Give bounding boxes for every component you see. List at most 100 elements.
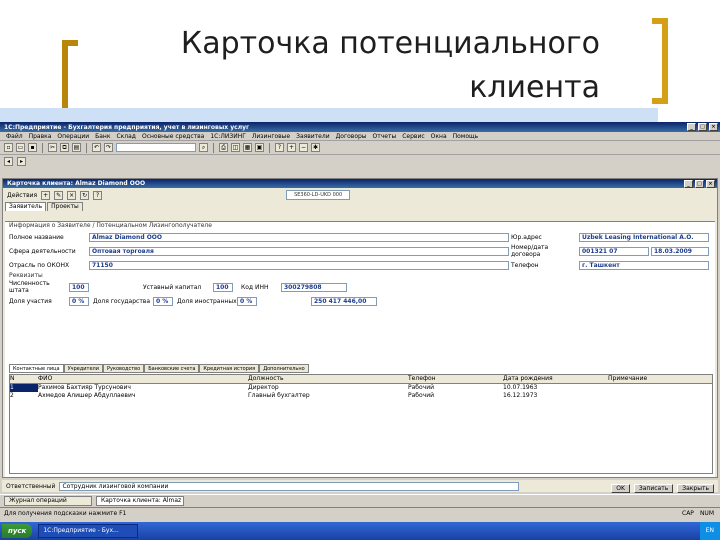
close-dialog-button[interactable]: Закрыть xyxy=(677,484,714,493)
actions-menu[interactable]: Действия xyxy=(7,192,37,199)
undo-icon[interactable]: ↶ xyxy=(92,143,101,152)
window-tab[interactable]: Журнал операций xyxy=(4,495,92,506)
tools-icon[interactable]: ✱ xyxy=(311,143,320,152)
open-icon[interactable]: ▭ xyxy=(16,143,25,152)
menu-item[interactable]: Лизинговые xyxy=(252,133,290,140)
minimize-button[interactable]: _ xyxy=(687,123,696,131)
new-doc-icon[interactable]: ▫ xyxy=(4,143,13,152)
tab-applicant[interactable]: Заявитель xyxy=(5,202,47,211)
prev-icon[interactable]: ◂ xyxy=(4,156,13,166)
edit-icon[interactable]: ✎ xyxy=(54,190,64,200)
subtab-founders[interactable]: Учредители xyxy=(63,364,103,373)
full-name-label: Полное название xyxy=(9,233,64,241)
window-tab[interactable]: Карточка клиента: Almaz Diamond OOO xyxy=(96,495,184,506)
redo-icon[interactable]: ↷ xyxy=(104,143,113,152)
menu-item[interactable]: Банк xyxy=(95,133,110,140)
subtab-contacts[interactable]: Контактные лица xyxy=(9,364,64,373)
doc-maximize-button[interactable]: □ xyxy=(695,179,704,188)
calc-icon[interactable]: ▦ xyxy=(243,143,252,152)
amount-field[interactable]: 250 417 446,00 xyxy=(311,296,377,306)
contract-number-field[interactable]: 001321 07 xyxy=(579,246,649,256)
subtab-additional[interactable]: Дополнительно xyxy=(259,364,309,373)
responsible-field[interactable]: Сотрудник лизинговой компании xyxy=(59,481,520,491)
slide-title-line1: Карточка потенциального xyxy=(180,26,600,61)
cut-icon[interactable]: ✂ xyxy=(48,143,57,152)
okonh-label: Отрасль по ОКОНХ xyxy=(9,261,70,269)
ok-button[interactable]: OK xyxy=(611,484,630,493)
cell: 2 xyxy=(10,392,14,399)
cell: 1 xyxy=(10,384,38,392)
taskbar-app-button[interactable]: 1С:Предприятие - Бух... xyxy=(38,524,139,538)
column-header[interactable]: N xyxy=(10,375,38,383)
menu-item[interactable]: Склад xyxy=(116,133,135,140)
calendar-icon[interactable]: ▣ xyxy=(255,143,264,152)
share-field[interactable]: 0 % xyxy=(69,296,89,306)
subtab-credit-history[interactable]: Кредитная история xyxy=(199,364,260,373)
column-header[interactable]: Примечание xyxy=(608,375,708,383)
table-row[interactable]: 2 Ахмедов Алишер Абдуллаевич Главный бух… xyxy=(10,392,712,400)
menu-item[interactable]: Основные средства xyxy=(142,133,204,140)
copy-icon[interactable]: ⧉ xyxy=(60,143,69,152)
close-button[interactable]: × xyxy=(709,123,718,131)
subtab-management[interactable]: Руководство xyxy=(103,364,145,373)
save-button[interactable]: Записать xyxy=(633,484,674,493)
help-icon[interactable]: ? xyxy=(93,190,103,200)
doc-tabs: Заявитель Проекты xyxy=(3,202,717,211)
menu-item[interactable]: Файл xyxy=(6,133,23,140)
menu-item[interactable]: Заявители xyxy=(296,133,330,140)
full-name-field[interactable]: Almaz Diamond OOO xyxy=(89,232,509,242)
cell: Рабочий xyxy=(408,392,435,399)
column-header[interactable]: ФИО xyxy=(38,375,248,383)
activity-field[interactable]: Оптовая торговля xyxy=(89,246,509,256)
share2-field[interactable]: 0 % xyxy=(153,296,173,306)
cell: 10.07.1963 xyxy=(503,384,538,391)
menu-item[interactable]: Сервис xyxy=(402,133,424,140)
menu-item[interactable]: Помощь xyxy=(453,133,479,140)
save-icon[interactable]: ▪ xyxy=(28,143,37,152)
maximize-button[interactable]: □ xyxy=(698,123,707,131)
preview-icon[interactable]: ◫ xyxy=(231,143,240,152)
menu-item[interactable]: Правка xyxy=(29,133,52,140)
doc-close-button[interactable]: × xyxy=(706,179,715,188)
refresh-icon[interactable]: ↻ xyxy=(80,190,90,200)
mem-plus-icon[interactable]: + xyxy=(287,143,296,152)
app-titlebar: 1С:Предприятие - Бухгалтерия предприятия… xyxy=(0,122,720,132)
start-button[interactable]: пуск xyxy=(2,524,33,538)
menubar: Файл Правка Операции Банк Склад Основные… xyxy=(0,132,720,141)
column-header[interactable]: Дата рождения xyxy=(503,375,608,383)
paste-icon[interactable]: ▤ xyxy=(72,143,81,152)
column-header[interactable]: Телефон xyxy=(408,375,503,383)
staff-field[interactable]: 100 xyxy=(69,282,89,292)
search-combo[interactable] xyxy=(116,143,196,152)
delete-icon[interactable]: × xyxy=(67,190,77,200)
doc-minimize-button[interactable]: _ xyxy=(684,179,693,188)
mem-minus-icon[interactable]: − xyxy=(299,143,308,152)
menu-item[interactable]: Договоры xyxy=(336,133,367,140)
menu-item[interactable]: 1С:ЛИЗИНГ xyxy=(210,133,246,140)
menu-item[interactable]: Отчеты xyxy=(373,133,397,140)
code-field[interactable]: SE360-LD-UKD 000 xyxy=(286,190,351,200)
city-field[interactable]: г. Ташкент xyxy=(579,260,709,270)
legal-company-field[interactable]: Uzbek Leasing International A.O. xyxy=(579,232,709,242)
share-label: Доля участия xyxy=(9,297,52,305)
window-tabs-bar: Журнал операций Карточка клиента: Almaz … xyxy=(0,494,720,506)
print-icon[interactable]: ⎙ xyxy=(219,143,228,152)
contract-row: Номер/дата договора 001321 07 18.03.2009 xyxy=(511,244,709,258)
share3-field[interactable]: 0 % xyxy=(237,296,257,306)
tab-projects[interactable]: Проекты xyxy=(47,202,83,211)
add-icon[interactable]: + xyxy=(41,190,51,200)
okonh-field[interactable]: 71150 xyxy=(89,260,509,270)
document-title: Карточка клиента: Almaz Diamond OOO xyxy=(7,180,146,187)
subtab-bank-accounts[interactable]: Банковские счета xyxy=(144,364,200,373)
menu-item[interactable]: Операции xyxy=(57,133,89,140)
contract-date-field[interactable]: 18.03.2009 xyxy=(651,246,709,256)
find-icon[interactable]: ⌕ xyxy=(199,143,208,152)
capital-field[interactable]: 100 xyxy=(213,282,233,292)
next-icon[interactable]: ▸ xyxy=(17,156,26,166)
menu-item[interactable]: Окна xyxy=(431,133,447,140)
help-icon[interactable]: ? xyxy=(275,143,284,152)
column-header[interactable]: Должность xyxy=(248,375,408,383)
table-row[interactable]: 1 Рахимов Бахтияр Турсунович Директор Ра… xyxy=(10,384,712,392)
kod-field[interactable]: 300279808 xyxy=(281,282,347,292)
cell xyxy=(608,384,708,392)
